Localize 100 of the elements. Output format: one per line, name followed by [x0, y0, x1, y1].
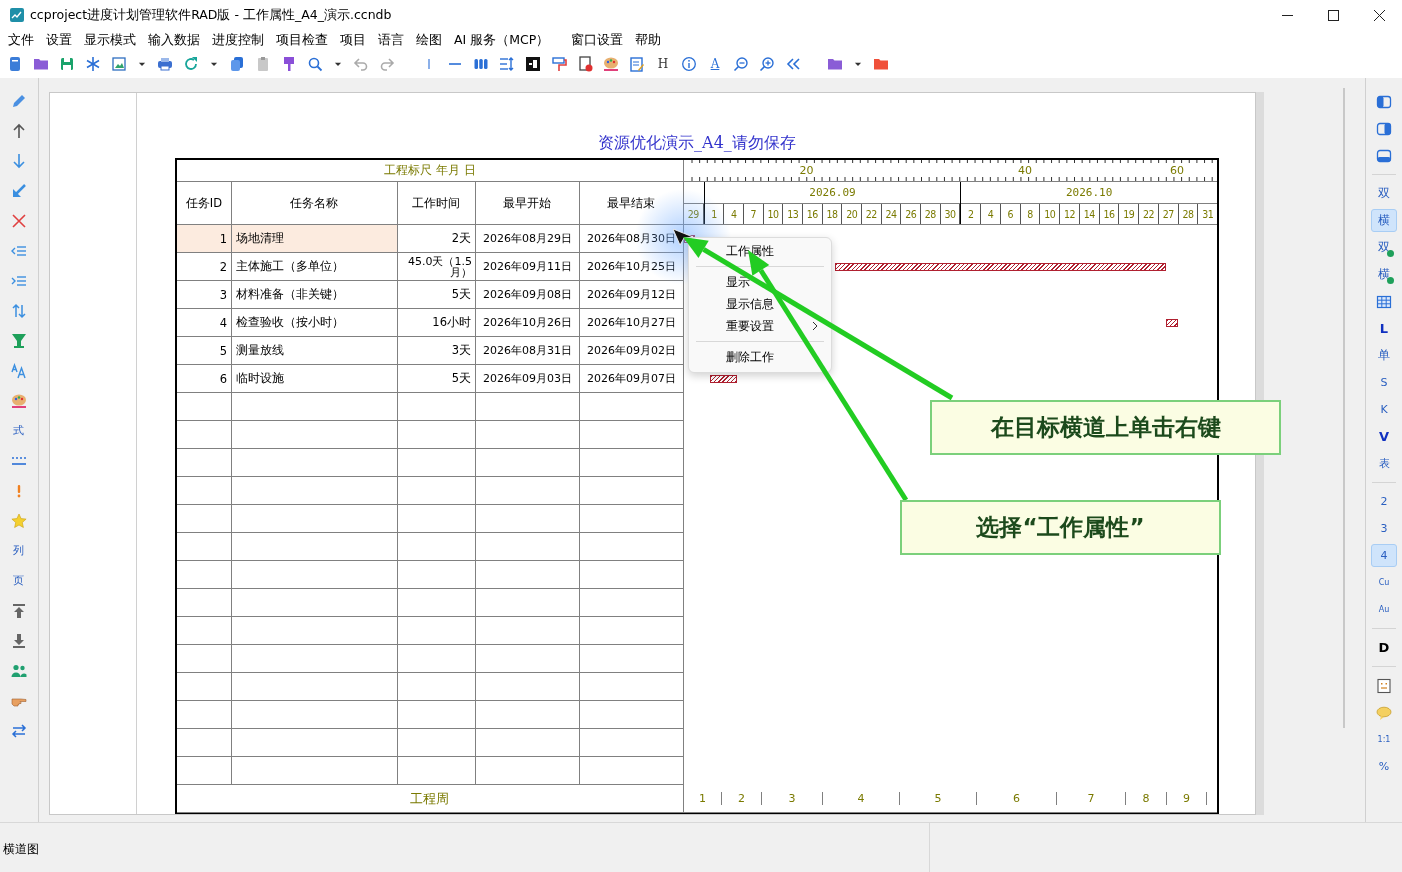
folder-icon[interactable]: [827, 56, 843, 72]
toolbar-button[interactable]: A: [707, 57, 723, 71]
toolbar-button[interactable]: %: [1371, 755, 1397, 778]
day-header: 1: [704, 204, 725, 224]
table-cell: 2026年10月26日: [475, 309, 580, 337]
toolbar-button[interactable]: Au: [1371, 598, 1397, 621]
menu-item[interactable]: 进度控制: [206, 31, 270, 49]
toolbar-button[interactable]: 2: [1371, 490, 1397, 513]
info-icon[interactable]: [681, 56, 697, 72]
clipboard-icon[interactable]: [255, 56, 271, 72]
gantt-bar: [1166, 319, 1179, 327]
week-header: 5: [899, 792, 977, 805]
panel-left-icon[interactable]: [1376, 93, 1392, 110]
menu-item[interactable]: 窗口设置: [565, 31, 630, 49]
toolbar-button[interactable]: H: [655, 57, 671, 71]
arrow-to-top-icon[interactable]: [11, 603, 27, 619]
arrow-down-icon[interactable]: [11, 153, 27, 169]
arrow-up-icon[interactable]: [11, 123, 27, 139]
toolbar-button[interactable]: 页: [13, 573, 25, 589]
menu-item[interactable]: 帮助: [629, 31, 668, 49]
search-icon[interactable]: [307, 56, 323, 72]
funnel-icon[interactable]: [11, 333, 27, 349]
callout: 选择“工作属性”: [900, 500, 1221, 555]
toolbar-button[interactable]: 3: [1371, 517, 1397, 540]
document-icon[interactable]: [577, 56, 593, 72]
table-cell: 5: [176, 337, 232, 365]
toolbar-button[interactable]: 4: [1371, 544, 1397, 567]
asterisk-icon[interactable]: [85, 56, 101, 72]
panel-right-icon[interactable]: [1376, 120, 1392, 137]
day-header: 29: [683, 204, 704, 224]
day-header: 28: [921, 204, 941, 224]
redo-icon[interactable]: [379, 56, 395, 72]
table-icon[interactable]: [1376, 293, 1392, 310]
toolbar-button[interactable]: 1:1: [1371, 728, 1397, 751]
font-size-icon[interactable]: [11, 363, 27, 379]
day-header: 10: [763, 204, 784, 224]
menu-item[interactable]: 显示信息: [726, 293, 778, 315]
menu-item[interactable]: 删除工作: [726, 346, 778, 368]
arrow-to-bottom-icon[interactable]: [11, 633, 27, 649]
toolbar-button[interactable]: 双: [1371, 182, 1397, 205]
brush-icon[interactable]: [281, 56, 297, 72]
menu-item[interactable]: AI 服务（MCP）: [448, 31, 556, 49]
sort-icon[interactable]: [499, 56, 515, 72]
menu-item[interactable]: 项目: [334, 31, 372, 49]
columns-icon[interactable]: [473, 56, 489, 72]
toolbar-button[interactable]: 式: [13, 423, 25, 439]
toolbar-button[interactable]: S: [1371, 371, 1397, 394]
toolbar-button[interactable]: 横: [1371, 263, 1397, 286]
folder-icon[interactable]: [33, 56, 49, 72]
day-header: 13: [783, 204, 803, 224]
zoom-out-icon[interactable]: [733, 56, 749, 72]
people-icon[interactable]: [11, 663, 27, 679]
menu-item[interactable]: 显示模式: [78, 31, 142, 49]
toolbar-button[interactable]: 列: [13, 543, 25, 559]
paint-roller-icon[interactable]: [551, 56, 567, 72]
panel-bottom-icon[interactable]: [1376, 147, 1392, 164]
notebook-icon[interactable]: [7, 56, 23, 72]
edit-note-icon[interactable]: [629, 56, 645, 72]
toolbar-button[interactable]: 横: [1371, 209, 1397, 232]
indent-icon[interactable]: [11, 273, 27, 289]
menu-item[interactable]: 输入数据: [142, 31, 206, 49]
menu-item[interactable]: 文件: [2, 31, 40, 49]
table-cell: 主体施工（多单位）: [231, 253, 398, 281]
copy-icon[interactable]: [229, 56, 245, 72]
toolbar-button[interactable]: 表: [1371, 452, 1397, 475]
arrow-down-left-icon[interactable]: [11, 183, 27, 199]
toolbar-button[interactable]: 单: [1371, 344, 1397, 367]
toolbar-button[interactable]: Cu: [1371, 571, 1397, 594]
printer-icon[interactable]: [157, 56, 173, 72]
toolbar-button[interactable]: V: [1371, 425, 1397, 448]
cross-icon[interactable]: [11, 213, 27, 229]
contrast-icon[interactable]: [525, 56, 541, 72]
toolbar-button[interactable]: 双: [1371, 236, 1397, 259]
picture-icon[interactable]: [111, 56, 127, 72]
swap-vertical-icon[interactable]: [11, 303, 27, 319]
maximize-icon[interactable]: [1327, 9, 1339, 21]
menu-item[interactable]: 项目检查: [270, 31, 334, 49]
star-icon[interactable]: [11, 513, 27, 529]
day-header: 18: [822, 204, 843, 224]
pencil-icon[interactable]: [11, 93, 27, 109]
palette-icon[interactable]: [603, 56, 619, 72]
menu-item[interactable]: 设置: [40, 31, 78, 49]
outdent-icon[interactable]: [11, 243, 27, 259]
palette-icon[interactable]: [11, 393, 27, 409]
double-chevron-left-icon[interactable]: [785, 56, 801, 72]
close-icon[interactable]: [1373, 9, 1385, 21]
menu-item[interactable]: 显示: [726, 271, 754, 293]
table-cell: 2: [176, 253, 232, 281]
folder-icon[interactable]: [873, 56, 889, 72]
frame-icon[interactable]: [1376, 677, 1392, 694]
menu-item[interactable]: 绘图: [410, 31, 448, 49]
menu-item[interactable]: 重要设置: [726, 315, 826, 337]
menu-item[interactable]: 语言: [372, 31, 410, 49]
toolbar-button[interactable]: L: [1371, 317, 1397, 340]
refresh-icon[interactable]: [183, 56, 199, 72]
zoom-in-icon[interactable]: [759, 56, 775, 72]
toolbar-button[interactable]: D: [1371, 636, 1397, 659]
swap-horizontal-icon[interactable]: [11, 723, 27, 739]
undo-icon[interactable]: [353, 56, 369, 72]
toolbar-button[interactable]: K: [1371, 398, 1397, 421]
